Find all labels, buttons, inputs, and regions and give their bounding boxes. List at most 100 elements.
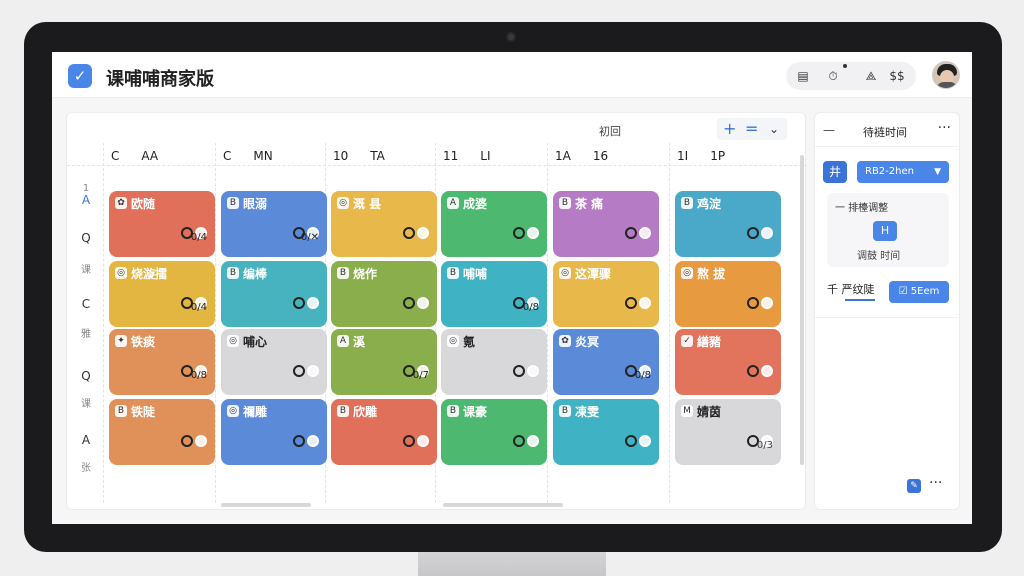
- app-title: 课哺哺商家版: [106, 69, 214, 90]
- class-icon: ◎: [115, 267, 127, 279]
- class-title: 铁痰: [131, 335, 156, 349]
- horizontal-scrollbar[interactable]: [221, 503, 311, 507]
- status-icons: [401, 435, 431, 449]
- class-card[interactable]: ✓ 繕豬: [675, 329, 781, 395]
- status-icons: [401, 227, 431, 241]
- collapse-icon[interactable]: —: [823, 123, 835, 137]
- class-icon: B: [447, 267, 459, 279]
- chevron-down-icon[interactable]: ⌄: [769, 119, 779, 139]
- status-icons: [291, 365, 321, 379]
- class-card[interactable]: ✿ 炎冥 0/8: [553, 329, 659, 395]
- class-card[interactable]: ◎ 烧漩擂 0/4: [109, 261, 215, 327]
- avatar[interactable]: [932, 61, 960, 89]
- class-icon: A: [447, 197, 459, 209]
- class-card[interactable]: ◎ 这潭骤: [553, 261, 659, 327]
- vertical-scrollbar[interactable]: [800, 155, 804, 465]
- column-header-b: LI: [480, 149, 491, 163]
- class-card[interactable]: B 凍雯: [553, 399, 659, 465]
- status-icons: [745, 365, 775, 379]
- class-title: 鸡淀: [697, 197, 722, 211]
- adjust-card: 一 排檯调整 H 调鼓 时间: [827, 193, 949, 267]
- status-icons: [623, 297, 653, 311]
- side-divider: [815, 317, 961, 318]
- column-header[interactable]: C AA: [111, 149, 158, 165]
- row-sub-label: 张: [81, 463, 91, 474]
- class-card[interactable]: B 欣雕: [331, 399, 437, 465]
- class-card[interactable]: B 眼溺 0/✕: [221, 191, 327, 257]
- class-card[interactable]: ◎ 哺心: [221, 329, 327, 395]
- check-icon[interactable]: ✓: [68, 64, 92, 88]
- chevron-down-icon: ▼: [934, 167, 941, 177]
- class-card[interactable]: M 婧茵 0/3: [675, 399, 781, 465]
- class-icon: B: [115, 405, 127, 417]
- class-title: 这潭骤: [575, 267, 612, 281]
- confirm-button[interactable]: ☑ 5Eem: [889, 281, 949, 303]
- class-card[interactable]: ✿ 欧随 0/4: [109, 191, 215, 257]
- class-card[interactable]: ◎ 溉 县: [331, 191, 437, 257]
- column-divider: [103, 143, 104, 503]
- class-count: 0/8: [634, 370, 651, 381]
- class-title: 编棒: [243, 267, 268, 281]
- layout-icon[interactable]: ▤: [792, 66, 814, 86]
- row-sub-label: 雅: [81, 329, 91, 340]
- more-icon[interactable]: ···: [929, 475, 942, 491]
- column-header[interactable]: 11 LI: [443, 149, 491, 165]
- class-card[interactable]: B 哺哺 0/8: [441, 261, 547, 327]
- class-title: 氪: [463, 335, 476, 349]
- schedule-calendar: 初回 + = ⌄ C AA C MN 10 TA 11 LI 1A 16 1I 1P A 1 Q 课 C 雅 Q 课 A…: [66, 112, 807, 510]
- class-card[interactable]: B 编棒: [221, 261, 327, 327]
- class-card[interactable]: A 成婆: [441, 191, 547, 257]
- column-header-b: TA: [370, 149, 385, 163]
- class-title: 溉 县: [353, 197, 382, 211]
- class-card[interactable]: B 课豪: [441, 399, 547, 465]
- class-title: 凍雯: [575, 405, 600, 419]
- more-icon[interactable]: ···: [938, 120, 951, 136]
- add-icon[interactable]: +: [723, 119, 736, 139]
- column-header[interactable]: 1A 16: [555, 149, 608, 165]
- class-card[interactable]: ◎ 熬 拔: [675, 261, 781, 327]
- column-header-a: C: [111, 149, 120, 163]
- class-card[interactable]: B 铁陡: [109, 399, 215, 465]
- class-icon: B: [337, 405, 349, 417]
- row-label: Q: [81, 231, 91, 245]
- edit-icon[interactable]: ✎: [907, 479, 921, 493]
- class-card[interactable]: ✦ 铁痰 0/8: [109, 329, 215, 395]
- class-count: 0/4: [190, 232, 207, 243]
- class-card[interactable]: ◎ 氪: [441, 329, 547, 395]
- horizontal-scrollbar-2[interactable]: [443, 503, 563, 507]
- class-count: 0/7: [412, 370, 429, 381]
- class-icon: A: [337, 335, 349, 347]
- side-row-label[interactable]: 千 严纹陡: [827, 281, 875, 297]
- class-count: 0/✕: [300, 232, 319, 243]
- currency-button[interactable]: $$: [886, 66, 908, 86]
- status-icons: [291, 435, 321, 449]
- side-panel-header: — 待裢时间 ···: [815, 113, 961, 147]
- status-icons: [511, 435, 541, 449]
- class-card[interactable]: B茶 痛: [553, 191, 659, 257]
- webcam: [506, 32, 516, 42]
- menu-icon[interactable]: =: [745, 119, 758, 139]
- time-select[interactable]: RB2-2hen ▼: [857, 161, 949, 183]
- class-title: 烧作: [353, 267, 378, 281]
- column-header[interactable]: 10 TA: [333, 149, 385, 165]
- filter-icon[interactable]: 井: [823, 161, 847, 183]
- class-card[interactable]: B 鸡淀: [675, 191, 781, 257]
- class-title: 婧茵: [697, 405, 722, 419]
- timer-icon[interactable]: ⏱: [822, 66, 844, 86]
- class-title: 繕豬: [697, 335, 722, 349]
- side-panel: — 待裢时间 ··· 井 RB2-2hen ▼ 一 排檯调整 H 调鼓 时间 千…: [814, 112, 961, 510]
- sync-icon[interactable]: ⟁: [860, 66, 882, 86]
- class-count: 0/3: [756, 440, 773, 451]
- adjust-button[interactable]: H: [873, 221, 897, 241]
- class-card[interactable]: ◎ 禰雕: [221, 399, 327, 465]
- top-bar: ✓ 课哺哺商家版 ▤ ⏱ ⟁ $$: [52, 52, 972, 98]
- active-underline: [845, 299, 875, 301]
- class-count: 0/4: [190, 302, 207, 313]
- column-header[interactable]: C MN: [223, 149, 273, 165]
- class-title: 禰雕: [243, 405, 268, 419]
- class-card[interactable]: B 烧作: [331, 261, 437, 327]
- row-sub-label: 课: [81, 399, 91, 410]
- column-header[interactable]: 1I 1P: [677, 149, 725, 165]
- status-icons: [511, 365, 541, 379]
- class-card[interactable]: A 溪 0/7: [331, 329, 437, 395]
